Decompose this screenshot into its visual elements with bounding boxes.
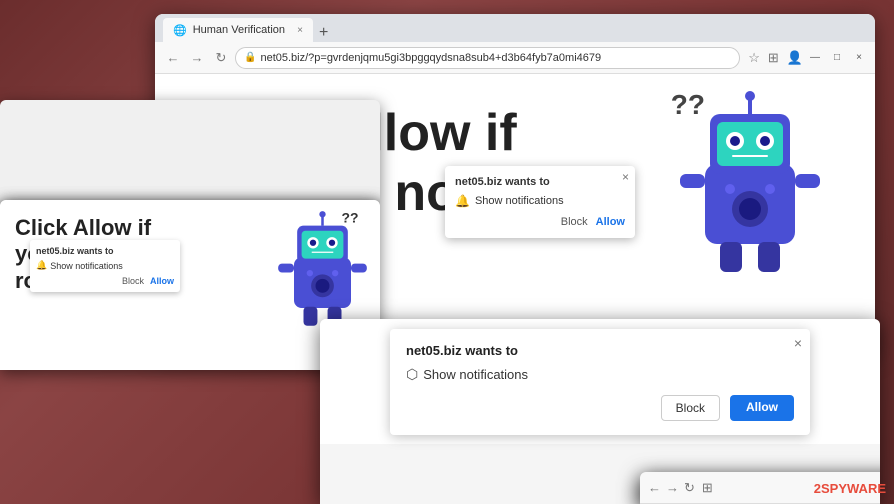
robot-svg-mid: ?? bbox=[275, 205, 370, 335]
account-button-back[interactable]: 👤 bbox=[787, 50, 803, 66]
lock-icon-back: 🔒 bbox=[244, 52, 256, 63]
allow-button-mid[interactable]: Allow bbox=[150, 276, 174, 286]
minimize-button-back[interactable]: — bbox=[807, 50, 823, 66]
notif-title-back: net05.biz wants to bbox=[455, 176, 625, 188]
extensions-button-back[interactable]: ⊞ bbox=[768, 50, 779, 66]
robot-svg-back bbox=[675, 84, 825, 284]
mid-line1: Click Allow if bbox=[15, 215, 152, 241]
notification-popup-mid: net05.biz wants to 🔔 Show notifications … bbox=[30, 240, 180, 292]
watermark-prefix: 2 bbox=[814, 481, 821, 496]
notification-popup-back: × net05.biz wants to 🔔 Show notification… bbox=[445, 166, 635, 238]
notif-buttons-back: Block Allow bbox=[455, 216, 625, 228]
notif-close-back[interactable]: × bbox=[622, 170, 629, 184]
tab-favicon: 🌐 bbox=[173, 24, 187, 37]
block-button-front[interactable]: Block bbox=[661, 395, 720, 421]
watermark-suffix: SPYWARE bbox=[821, 481, 886, 496]
browser-window-front: O Menu 🌐 Human Verification × + — □ × ← … bbox=[320, 319, 880, 504]
notif-title-mid: net05.biz wants to bbox=[36, 246, 174, 256]
notif-row-front: ⬡ Show notifications bbox=[406, 366, 794, 383]
close-button-back[interactable]: × bbox=[851, 50, 867, 66]
back-button-back[interactable]: ← bbox=[163, 48, 183, 68]
address-bar-back: ← → ↻ 🔒 net05.biz/?p=gvrdenjqmu5gi3bpggq… bbox=[155, 42, 875, 74]
allow-button-back[interactable]: Allow bbox=[596, 216, 625, 228]
window-controls-back: — □ × bbox=[807, 50, 867, 66]
tab-title-back: Human Verification bbox=[193, 24, 285, 36]
notif-title-front: net05.biz wants to bbox=[406, 343, 794, 358]
notification-popup-front: × net05.biz wants to ⬡ Show notification… bbox=[390, 329, 810, 435]
bell-icon-back: 🔔 bbox=[455, 194, 470, 208]
forward-button-front[interactable]: → bbox=[666, 480, 679, 495]
reload-button-back[interactable]: ↻ bbox=[211, 48, 231, 68]
notif-permission-front: Show notifications bbox=[423, 367, 528, 382]
notif-close-front[interactable]: × bbox=[794, 335, 802, 351]
notif-buttons-front: Block Allow bbox=[406, 395, 794, 421]
notif-row-mid: 🔔 Show notifications bbox=[36, 260, 174, 271]
notif-row-back: 🔔 Show notifications bbox=[455, 194, 625, 208]
robot-illustration-back bbox=[675, 84, 835, 284]
block-button-back[interactable]: Block bbox=[561, 216, 588, 228]
svg-text:??: ?? bbox=[342, 210, 359, 226]
tab-close-back[interactable]: × bbox=[297, 25, 303, 36]
allow-button-front[interactable]: Allow bbox=[730, 395, 794, 421]
forward-button-back[interactable]: → bbox=[187, 48, 207, 68]
new-tab-button-back[interactable]: + bbox=[319, 24, 328, 42]
url-input-back[interactable]: 🔒 net05.biz/?p=gvrdenjqmu5gi3bpggqydsna8… bbox=[235, 47, 740, 69]
block-button-mid[interactable]: Block bbox=[122, 276, 144, 286]
grid-button-front[interactable]: ⊞ bbox=[700, 480, 715, 496]
share-icon-front: ⬡ bbox=[406, 366, 418, 383]
watermark: 2SPYWARE bbox=[814, 481, 886, 496]
bell-icon-mid: 🔔 bbox=[36, 260, 47, 271]
notif-permission-mid: Show notifications bbox=[50, 261, 123, 271]
tab-bar-back: 🌐 Human Verification × + bbox=[155, 14, 875, 42]
url-text-back: net05.biz/?p=gvrdenjqmu5gi3bpggqydsna8su… bbox=[260, 52, 601, 64]
page-content-front: × net05.biz wants to ⬡ Show notification… bbox=[320, 319, 880, 444]
maximize-button-back[interactable]: □ bbox=[829, 50, 845, 66]
star-button-back[interactable]: ☆ bbox=[748, 50, 760, 66]
tab-back[interactable]: 🌐 Human Verification × bbox=[163, 18, 313, 42]
notif-permission-back: Show notifications bbox=[475, 195, 564, 207]
notif-buttons-mid: Block Allow bbox=[36, 276, 174, 286]
back-button-front[interactable]: ← bbox=[648, 480, 661, 495]
reload-button-front[interactable]: ↻ bbox=[684, 480, 695, 496]
